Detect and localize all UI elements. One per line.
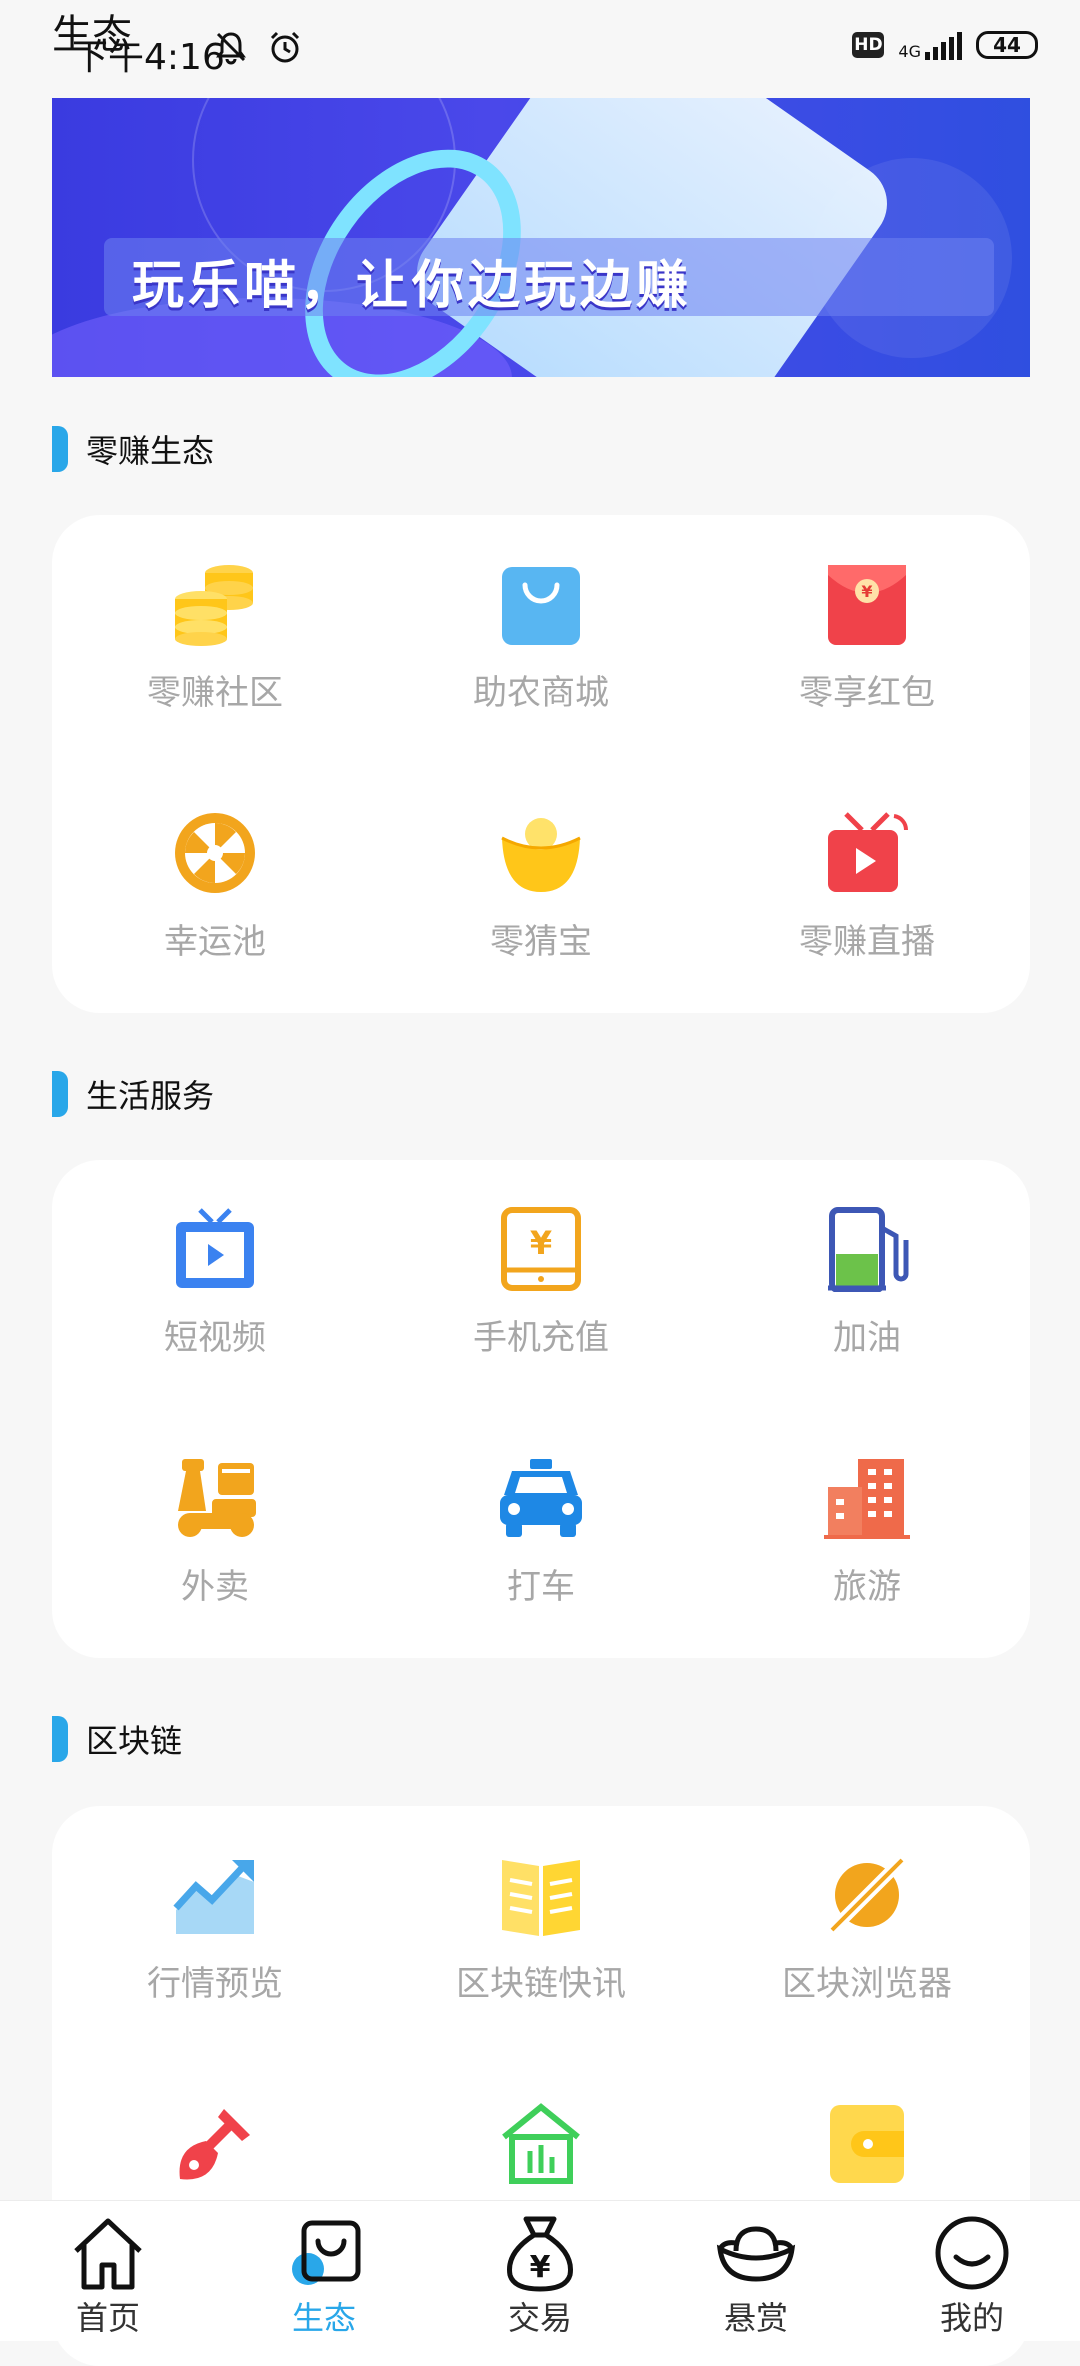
grid-item-label: 幸运池 (164, 922, 266, 962)
phone-recharge-icon: ¥ (498, 1206, 584, 1292)
money-bag-icon: ¥ (495, 2211, 585, 2295)
coins-icon (172, 561, 258, 647)
news-book-icon (498, 1852, 584, 1938)
wallet-icon (824, 2101, 910, 2187)
red-envelope-icon: ¥ (824, 561, 910, 647)
grid-item-label: 打车 (507, 1567, 575, 1607)
grid-item-farm-mall[interactable]: 助农商城 (378, 561, 704, 714)
grid-item-lucky-pool[interactable]: 幸运池 (52, 810, 378, 963)
status-bar: 下午4:16 HD 4G 44 (0, 0, 1080, 100)
svg-text:¥: ¥ (861, 582, 872, 601)
lucky-wheel-icon (172, 810, 258, 896)
hd-badge: HD (852, 32, 885, 58)
grid-item-label: 区块链快讯 (456, 1964, 626, 2004)
grid-item-block-explorer[interactable]: 区块浏览器 (704, 1852, 1030, 2005)
tab-ecosystem[interactable]: 生态 (216, 2201, 432, 2341)
ecosystem-card: 零赚社区 助农商城 ¥ 零享红包 幸运池 零猜宝 零赚直播 (52, 515, 1030, 1013)
grid-item-wallet[interactable] (704, 2101, 1030, 2205)
section-heading: 区块链 (86, 1722, 183, 1760)
tab-home[interactable]: 首页 (0, 2201, 216, 2341)
grid-item-label: 行情预览 (147, 1964, 283, 2004)
tab-label: 我的 (939, 2299, 1004, 2337)
section-accent-bar (52, 426, 68, 472)
tab-label: 悬赏 (723, 2299, 788, 2337)
section-title-blockchain: 区块链 (52, 1716, 182, 1762)
grid-item-market[interactable]: 行情预览 (52, 1852, 378, 2005)
promo-banner[interactable]: 玩乐喵，让你边玩边赚 (52, 98, 1030, 377)
tab-mine[interactable]: 我的 (864, 2201, 1080, 2341)
grid-item-label: 零赚直播 (799, 922, 935, 962)
grid-item-label: 零赚社区 (147, 673, 283, 713)
banner-slogan: 玩乐喵，让你边玩边赚 (132, 256, 693, 316)
status-right-icons: HD 4G 44 (852, 30, 1038, 60)
network-indicator: 4G (898, 30, 962, 60)
home-icon (63, 2211, 153, 2295)
grid-item-label: 零享红包 (799, 673, 935, 713)
ingot-icon (711, 2211, 801, 2295)
grid-item-label: 加油 (833, 1318, 901, 1358)
section-accent-bar (52, 1071, 68, 1117)
grid-item-guess-treasure[interactable]: 零猜宝 (378, 810, 704, 963)
signal-icon (925, 30, 962, 60)
tab-label: 生态 (291, 2299, 356, 2337)
grid-item-phone-recharge[interactable]: ¥ 手机充值 (378, 1206, 704, 1359)
smile-face-icon (927, 2211, 1017, 2295)
video-tv-icon (172, 1206, 258, 1292)
alarm-clock-icon (266, 28, 304, 70)
bottom-tab-bar: 首页 生态 ¥ 交易 悬赏 我的 (0, 2200, 1080, 2341)
ecosystem-bag-icon (279, 2211, 369, 2295)
grid-item-short-video[interactable]: 短视频 (52, 1206, 378, 1359)
grid-item-label: 短视频 (164, 1318, 266, 1358)
planet-icon (824, 1852, 910, 1938)
grid-item-bank[interactable] (378, 2101, 704, 2205)
grid-item-blockchain-news[interactable]: 区块链快讯 (378, 1852, 704, 2005)
live-tv-icon (824, 810, 910, 896)
gold-ingot-icon (498, 810, 584, 896)
svg-text:¥: ¥ (530, 2250, 551, 2285)
grid-item-taxi[interactable]: 打车 (378, 1455, 704, 1608)
tab-bounty[interactable]: 悬赏 (648, 2201, 864, 2341)
network-type: 4G (898, 42, 921, 61)
grid-item-gas[interactable]: 加油 (704, 1206, 1030, 1359)
grid-item-label: 零猜宝 (490, 922, 592, 962)
market-chart-icon (172, 1852, 258, 1938)
grid-item-label: 区块浏览器 (782, 1964, 952, 2004)
shovel-icon (172, 2101, 258, 2187)
gas-station-icon (824, 1206, 910, 1292)
shopping-bag-icon (498, 561, 584, 647)
grid-item-label: 手机充值 (473, 1318, 609, 1358)
section-heading: 生活服务 (86, 1077, 215, 1115)
bank-icon (498, 2101, 584, 2187)
life-services-card: 短视频 ¥ 手机充值 加油 外卖 打车 旅游 (52, 1160, 1030, 1658)
grid-item-red-envelope[interactable]: ¥ 零享红包 (704, 561, 1030, 714)
tab-trade[interactable]: ¥ 交易 (432, 2201, 648, 2341)
page-title: 生态 (52, 12, 132, 58)
tab-label: 首页 (75, 2299, 140, 2337)
section-title-ecosystem: 零赚生态 (52, 426, 214, 472)
grid-item-community[interactable]: 零赚社区 (52, 561, 378, 714)
tab-label: 交易 (507, 2299, 572, 2337)
grid-item-takeout[interactable]: 外卖 (52, 1455, 378, 1608)
svg-text:¥: ¥ (530, 1224, 552, 1262)
taxi-icon (498, 1455, 584, 1541)
grid-item-label: 旅游 (833, 1567, 901, 1607)
grid-item-live[interactable]: 零赚直播 (704, 810, 1030, 963)
section-heading: 零赚生态 (86, 432, 215, 470)
section-accent-bar (52, 1716, 68, 1762)
battery-icon: 44 (976, 31, 1038, 59)
grid-item-mining[interactable] (52, 2101, 378, 2205)
status-left-icons (212, 28, 304, 70)
mute-bell-icon (212, 28, 250, 70)
grid-item-label: 助农商城 (473, 673, 609, 713)
grid-item-label: 外卖 (181, 1567, 249, 1607)
grid-item-travel[interactable]: 旅游 (704, 1455, 1030, 1608)
delivery-scooter-icon (172, 1455, 258, 1541)
section-title-life-services: 生活服务 (52, 1071, 214, 1117)
buildings-icon (824, 1455, 910, 1541)
